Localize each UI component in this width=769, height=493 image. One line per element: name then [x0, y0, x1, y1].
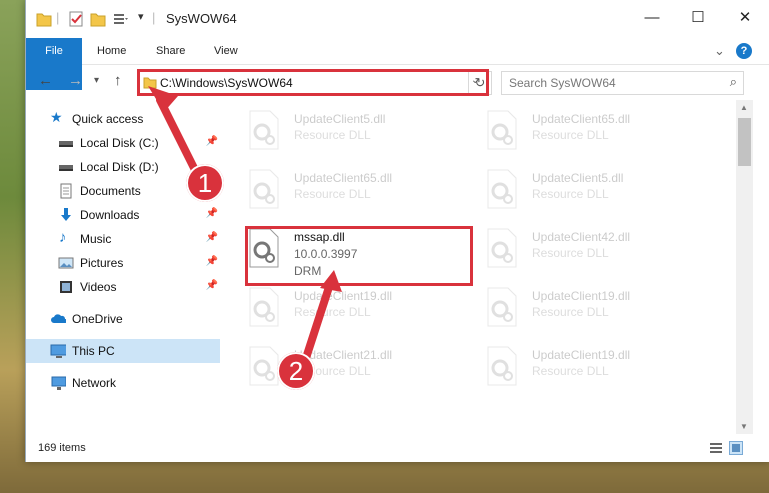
callout-badge-1: 1	[186, 164, 224, 202]
arrow-2-head	[320, 270, 342, 292]
arrow-1-head	[148, 86, 178, 112]
arrow-1	[156, 96, 201, 178]
callout-badge-2: 2	[277, 352, 315, 390]
arrow-2	[302, 280, 334, 362]
annotation-arrows	[148, 86, 342, 362]
